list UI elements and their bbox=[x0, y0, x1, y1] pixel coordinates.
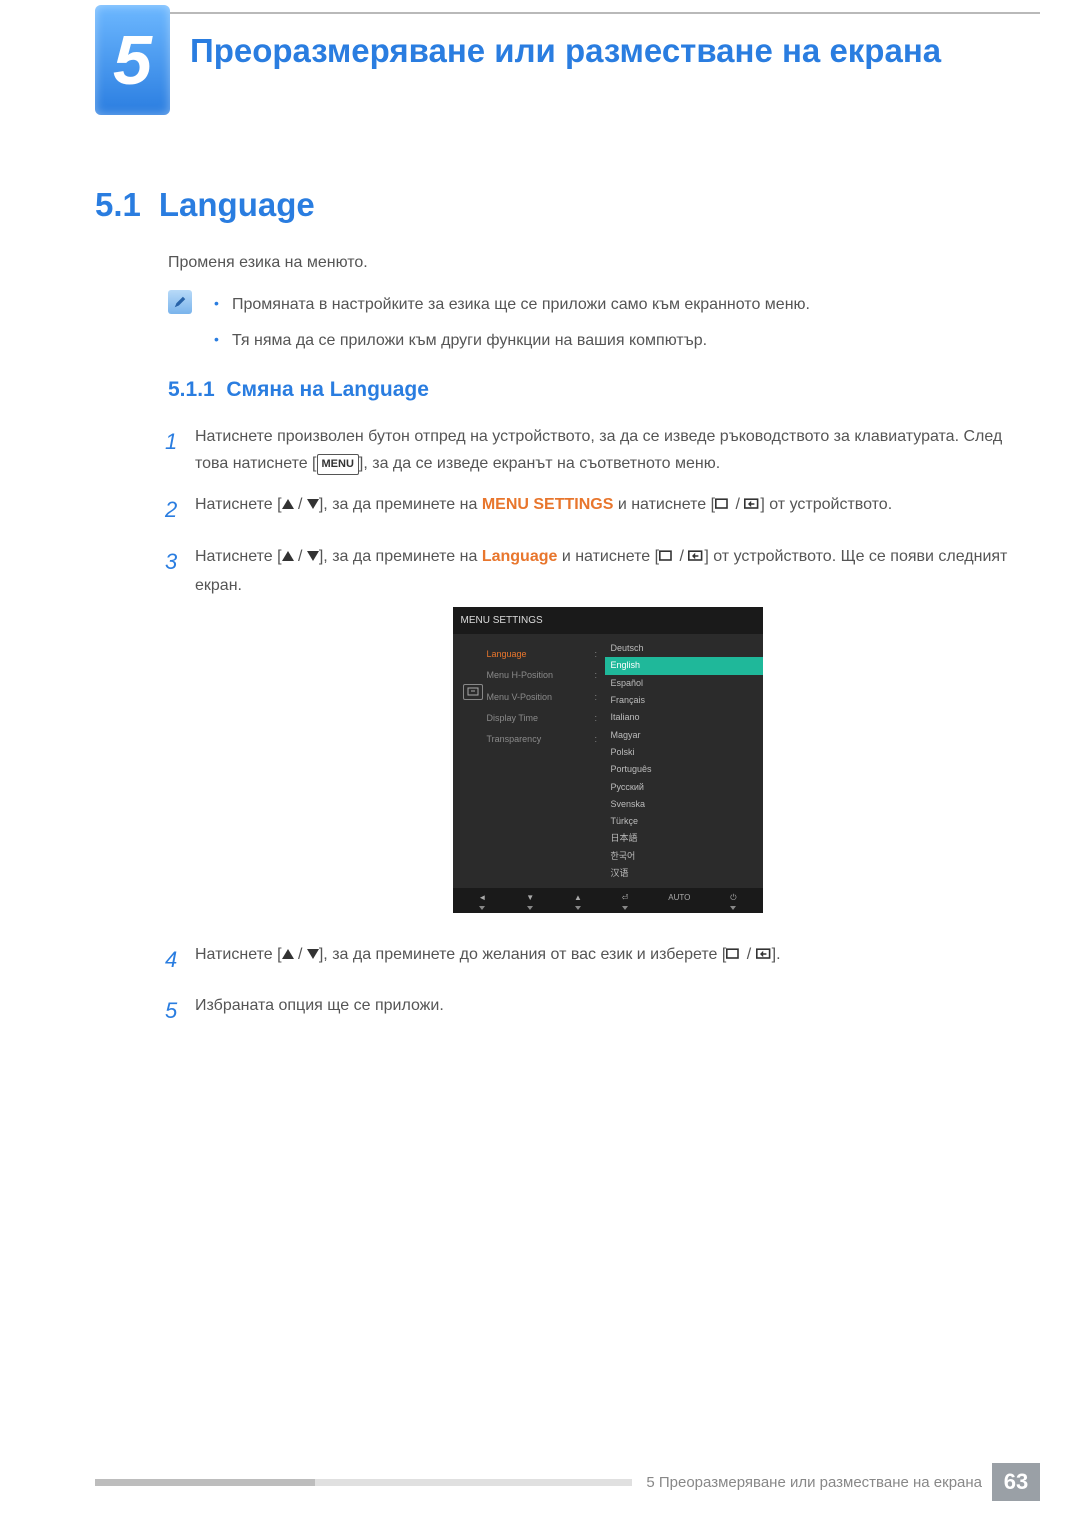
osd-footer-power-icon: ⏻ bbox=[730, 891, 736, 910]
section-heading: 5.1 Language bbox=[95, 186, 315, 224]
osd-screenshot: MENU SETTINGS Language Menu H-Position M… bbox=[195, 607, 1020, 913]
down-arrow-icon bbox=[307, 551, 319, 561]
step-number: 3 bbox=[165, 543, 195, 927]
osd-setting-item: Menu H-Position bbox=[487, 665, 595, 686]
osd-lang-option: Português bbox=[605, 761, 763, 778]
osd-title: MENU SETTINGS bbox=[453, 607, 763, 634]
step-3: 3 Натиснете [ / ], за да преминете на La… bbox=[165, 543, 1020, 927]
step-text: Натиснете [ / ], за да преминете на Lang… bbox=[195, 543, 1020, 927]
up-arrow-icon bbox=[282, 949, 294, 959]
osd-footer-up-icon: ▲ bbox=[574, 891, 582, 910]
subsection-number: 5.1.1 bbox=[168, 378, 215, 401]
footer-text: 5 Преоразмеряване или разместване на екр… bbox=[646, 1474, 982, 1491]
osd-lang-option: Español bbox=[605, 675, 763, 692]
osd-footer: ◄ ▼ ▲ ⏎ AUTO ⏻ bbox=[453, 888, 763, 913]
menu-settings-label: MENU SETTINGS bbox=[482, 496, 614, 513]
osd-footer-back-icon: ◄ bbox=[478, 891, 486, 910]
note-list: Промяната в настройките за езика ще се п… bbox=[210, 293, 1020, 365]
osd-lang-option: 한국어 bbox=[605, 848, 763, 865]
section-intro: Променя езика на менюто. bbox=[168, 254, 368, 272]
step-number: 1 bbox=[165, 423, 195, 477]
menu-button-icon: MENU bbox=[317, 454, 359, 475]
step-number: 5 bbox=[165, 992, 195, 1029]
enter-icon bbox=[744, 493, 760, 520]
top-rule bbox=[95, 12, 1040, 14]
screen-icon bbox=[726, 943, 742, 970]
chapter-number: 5 bbox=[113, 20, 152, 100]
chapter-title: Преоразмеряване или разместване на екран… bbox=[190, 30, 1020, 71]
page-number: 63 bbox=[992, 1463, 1040, 1501]
step-number: 4 bbox=[165, 941, 195, 978]
screen-icon bbox=[715, 493, 731, 520]
step-text: Натиснете произволен бутон отпред на уст… bbox=[195, 423, 1020, 477]
subsection-heading: 5.1.1 Смяна на Language bbox=[168, 378, 429, 402]
screen-icon bbox=[659, 545, 675, 572]
osd-lang-option-selected: English bbox=[605, 657, 763, 674]
chapter-badge: 5 bbox=[95, 5, 170, 115]
steps-list: 1 Натиснете произволен бутон отпред на у… bbox=[165, 423, 1020, 1044]
osd-footer-down-icon: ▼ bbox=[526, 891, 534, 910]
osd-language-list: Deutsch English Español Français Italian… bbox=[605, 640, 763, 882]
osd-footer-enter-icon: ⏎ bbox=[622, 891, 629, 910]
osd-setting-item: Language bbox=[487, 644, 595, 665]
note-item: Тя няма да се приложи към други функции … bbox=[210, 329, 1020, 353]
osd-setting-item: Display Time bbox=[487, 708, 595, 729]
note-icon bbox=[168, 290, 192, 314]
enter-icon bbox=[688, 545, 704, 572]
step-1: 1 Натиснете произволен бутон отпред на у… bbox=[165, 423, 1020, 477]
osd-lang-option: Polski bbox=[605, 744, 763, 761]
osd-setting-item: Transparency bbox=[487, 729, 595, 750]
osd-colons: ::::: bbox=[595, 640, 605, 882]
down-arrow-icon bbox=[307, 499, 319, 509]
step-number: 2 bbox=[165, 491, 195, 528]
step-text: Натиснете [ / ], за да преминете до жела… bbox=[195, 941, 1020, 978]
up-arrow-icon bbox=[282, 551, 294, 561]
osd-lang-option: Italiano bbox=[605, 709, 763, 726]
osd-lang-option: 汉语 bbox=[605, 865, 763, 882]
osd-footer-auto: AUTO bbox=[668, 891, 690, 910]
osd-lang-option: Magyar bbox=[605, 727, 763, 744]
footer: 5 Преоразмеряване или разместване на екр… bbox=[95, 1463, 1040, 1501]
step-2: 2 Натиснете [ / ], за да преминете на ME… bbox=[165, 491, 1020, 528]
osd-lang-option: Deutsch bbox=[605, 640, 763, 657]
osd-settings-list: Language Menu H-Position Menu V-Position… bbox=[487, 640, 595, 882]
enter-icon bbox=[756, 943, 772, 970]
language-label: Language bbox=[482, 548, 558, 565]
step-text: Натиснете [ / ], за да преминете на MENU… bbox=[195, 491, 1020, 528]
step-5: 5 Избраната опция ще се приложи. bbox=[165, 992, 1020, 1029]
section-number: 5.1 bbox=[95, 186, 141, 223]
osd-category-icon bbox=[459, 640, 487, 882]
osd-lang-option: Svenska bbox=[605, 796, 763, 813]
osd-lang-option: Türkçe bbox=[605, 813, 763, 830]
footer-progress bbox=[95, 1479, 632, 1486]
osd-lang-option: Français bbox=[605, 692, 763, 709]
step-4: 4 Натиснете [ / ], за да преминете до же… bbox=[165, 941, 1020, 978]
note-item: Промяната в настройките за езика ще се п… bbox=[210, 293, 1020, 317]
down-arrow-icon bbox=[307, 949, 319, 959]
step-text: Избраната опция ще се приложи. bbox=[195, 992, 1020, 1029]
osd-lang-option: Русский bbox=[605, 779, 763, 796]
osd-lang-option: 日本語 bbox=[605, 830, 763, 847]
subsection-title: Смяна на Language bbox=[226, 378, 429, 401]
section-title: Language bbox=[159, 186, 315, 223]
osd-setting-item: Menu V-Position bbox=[487, 687, 595, 708]
up-arrow-icon bbox=[282, 499, 294, 509]
